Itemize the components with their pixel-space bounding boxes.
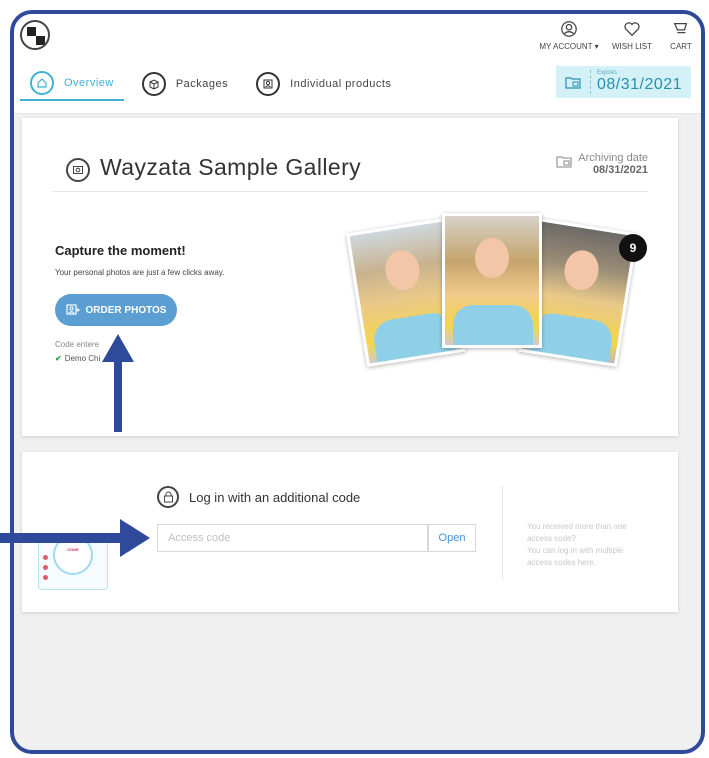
help-line: access codes here. xyxy=(527,558,596,567)
help-line: You received more than one xyxy=(527,522,627,531)
help-text: You received more than one access code? … xyxy=(527,521,657,569)
order-photos-button[interactable]: ORDER PHOTOS xyxy=(55,294,177,326)
access-code-input[interactable]: Access code xyxy=(157,524,428,552)
open-button[interactable]: Open xyxy=(428,524,476,552)
nav-tabs: Overview Packages Individual products xyxy=(20,67,401,101)
chevron-down-icon: ▾ xyxy=(594,42,599,51)
expires-badge: Expires 08/31/2021 xyxy=(556,66,691,98)
heart-icon xyxy=(624,22,640,37)
photo-count-badge: 9 xyxy=(619,234,647,262)
lock-icon xyxy=(157,486,179,508)
preview-photo xyxy=(442,213,542,348)
my-account-button[interactable]: MY ACCOUNT ▾ xyxy=(535,20,603,51)
tab-individual-products-label: Individual products xyxy=(290,78,392,90)
check-icon: ✔ xyxy=(55,354,62,363)
expires-date: 08/31/2021 xyxy=(597,76,683,93)
entered-code-name: Demo Chi xyxy=(64,354,101,363)
user-icon xyxy=(561,21,577,37)
package-icon xyxy=(141,72,166,96)
capture-title: Capture the moment! xyxy=(55,243,186,258)
school-logo[interactable] xyxy=(20,20,50,50)
gallery-icon xyxy=(66,158,90,182)
photo-portrait-icon xyxy=(256,72,281,96)
order-photos-label: ORDER PHOTOS xyxy=(85,304,167,316)
login-title: Log in with an additional code xyxy=(157,486,360,508)
cart-button[interactable]: CART xyxy=(661,20,701,51)
up-arrow-annotation xyxy=(102,334,134,432)
wish-list-label: WISH LIST xyxy=(611,42,652,51)
tab-packages-label: Packages xyxy=(175,78,229,90)
capture-subtitle: Your personal photos are just a few clic… xyxy=(55,268,225,277)
help-line: You can log in with multiple xyxy=(527,546,624,555)
top-bar: MY ACCOUNT ▾ WISH LIST CART Overview Pac… xyxy=(14,14,701,114)
vertical-divider xyxy=(502,486,503,580)
right-arrow-annotation xyxy=(0,519,150,557)
photo-order-icon xyxy=(65,303,80,315)
photo-preview-stack[interactable] xyxy=(342,213,662,393)
cart-icon xyxy=(673,22,688,34)
tab-packages[interactable]: Packages xyxy=(132,67,238,101)
help-line: access code? xyxy=(527,534,576,543)
wish-list-button[interactable]: WISH LIST xyxy=(603,20,661,51)
gallery-header: Wayzata Sample Gallery Archiving date 08… xyxy=(52,146,648,192)
my-account-label: MY ACCOUNT xyxy=(539,42,593,51)
home-icon xyxy=(30,71,54,95)
account-menu: MY ACCOUNT ▾ WISH LIST CART xyxy=(535,20,701,51)
gallery-title: Wayzata Sample Gallery xyxy=(100,154,362,180)
archiving-info: Archiving date 08/31/2021 xyxy=(556,152,648,176)
tab-overview-label: Overview xyxy=(64,77,114,89)
cart-label: CART xyxy=(670,42,692,51)
archive-folder-icon xyxy=(556,156,572,168)
archive-folder-icon xyxy=(556,75,590,89)
login-title-text: Log in with an additional code xyxy=(189,489,361,505)
archiving-date: 08/31/2021 xyxy=(592,164,648,176)
entered-code-row: ✔ Demo Chi xyxy=(55,354,100,363)
archiving-label: Archiving date xyxy=(578,152,648,164)
tab-overview[interactable]: Overview xyxy=(20,67,124,101)
code-entered-label: Code entere xyxy=(55,340,100,349)
tab-individual-products[interactable]: Individual products xyxy=(246,67,401,101)
